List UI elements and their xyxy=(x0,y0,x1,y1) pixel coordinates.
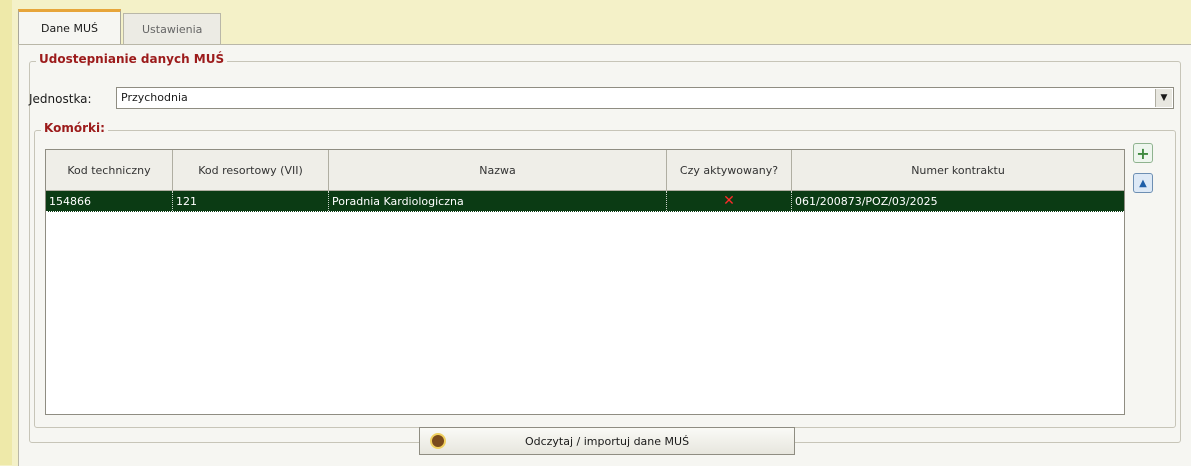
cells-group-title: Komórki: xyxy=(41,121,108,135)
add-button[interactable]: + xyxy=(1133,143,1153,163)
column-header-aktywowany[interactable]: Czy aktywowany? xyxy=(667,150,792,190)
up-arrow-icon: ▲ xyxy=(1139,177,1147,189)
import-mus-button-label: Odczytaj / importuj dane MUŚ xyxy=(524,434,690,448)
column-header-nazwa[interactable]: Nazwa xyxy=(329,150,667,190)
cell-kod-techniczny: 154866 xyxy=(46,191,173,211)
move-up-button[interactable]: ▲ xyxy=(1133,173,1153,193)
column-header-kod-techniczny[interactable]: Kod techniczny xyxy=(46,150,173,190)
unit-select-value: Przychodnia xyxy=(121,91,188,104)
sharing-group: Udostepnianie danych MUŚ Jednostka: Przy… xyxy=(29,52,1181,443)
import-icon xyxy=(430,433,446,449)
cell-aktywowany: ✕ xyxy=(667,191,792,211)
cell-numer-kontraktu: 061/200873/POZ/03/2025 xyxy=(795,194,938,208)
cell-nazwa: Poradnia Kardiologiczna xyxy=(329,191,667,211)
import-mus-button[interactable]: Odczytaj / importuj dane MUŚ xyxy=(419,427,795,455)
left-edge-strip xyxy=(0,0,12,465)
cell-kod-resortowy: 121 xyxy=(173,191,329,211)
dropdown-arrow-icon[interactable]: ▼ xyxy=(1155,89,1172,107)
table-row[interactable]: 154866 121 Poradnia Kardiologiczna ✕ 061… xyxy=(46,191,1124,212)
inactive-x-icon: ✕ xyxy=(723,193,735,209)
sharing-group-title: Udostepnianie danych MUŚ xyxy=(36,52,228,66)
tab-ustawienia[interactable]: Ustawienia xyxy=(122,13,222,44)
cells-group: Komórki: Kod techniczny Kod resortowy (V… xyxy=(34,121,1176,428)
tab-bar: Dane MUŚ Ustawienia xyxy=(18,9,223,44)
column-header-kod-resortowy[interactable]: Kod resortowy (VII) xyxy=(173,150,329,190)
column-header-numer-kontraktu[interactable]: Numer kontraktu xyxy=(792,150,1124,190)
plus-icon: + xyxy=(1136,143,1150,163)
unit-label: Jednostka: xyxy=(29,92,92,106)
tab-dane-mus[interactable]: Dane MUŚ xyxy=(18,9,121,44)
table-header: Kod techniczny Kod resortowy (VII) Nazwa… xyxy=(46,150,1124,191)
tab-panel: Udostepnianie danych MUŚ Jednostka: Przy… xyxy=(18,44,1191,466)
cells-table: Kod techniczny Kod resortowy (VII) Nazwa… xyxy=(45,149,1125,415)
unit-select[interactable]: Przychodnia ▼ xyxy=(116,87,1174,109)
